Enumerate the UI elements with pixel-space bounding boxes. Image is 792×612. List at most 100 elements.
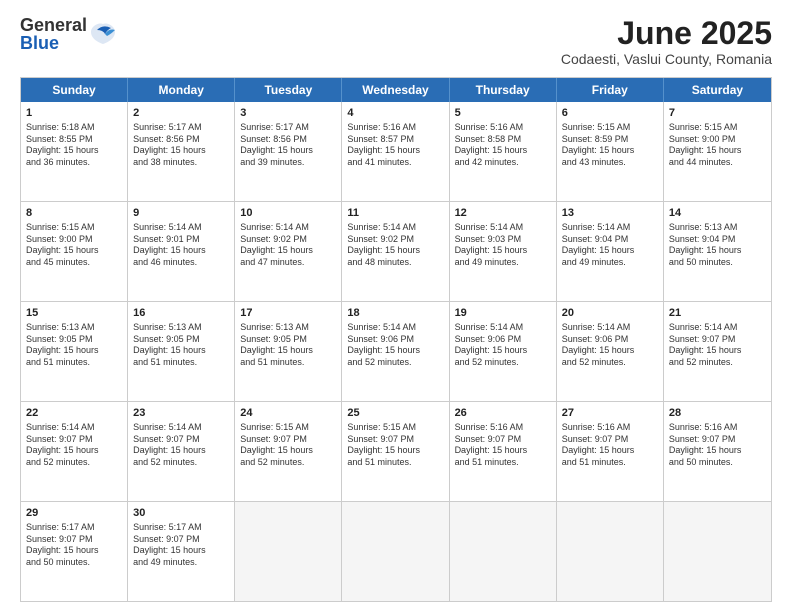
day-number: 14 (669, 206, 766, 221)
day-cell-16: 16Sunrise: 5:13 AM Sunset: 9:05 PM Dayli… (128, 302, 235, 401)
day-info: Sunrise: 5:15 AM Sunset: 9:00 PM Dayligh… (669, 122, 766, 169)
day-info: Sunrise: 5:14 AM Sunset: 9:02 PM Dayligh… (240, 222, 336, 269)
empty-cell (342, 502, 449, 601)
day-info: Sunrise: 5:13 AM Sunset: 9:04 PM Dayligh… (669, 222, 766, 269)
day-cell-23: 23Sunrise: 5:14 AM Sunset: 9:07 PM Dayli… (128, 402, 235, 501)
day-number: 21 (669, 306, 766, 321)
day-info: Sunrise: 5:16 AM Sunset: 9:07 PM Dayligh… (455, 422, 551, 469)
empty-cell (664, 502, 771, 601)
day-info: Sunrise: 5:13 AM Sunset: 9:05 PM Dayligh… (26, 322, 122, 369)
empty-cell (557, 502, 664, 601)
day-cell-28: 28Sunrise: 5:16 AM Sunset: 9:07 PM Dayli… (664, 402, 771, 501)
day-number: 27 (562, 406, 658, 421)
day-number: 24 (240, 406, 336, 421)
day-cell-5: 5Sunrise: 5:16 AM Sunset: 8:58 PM Daylig… (450, 102, 557, 201)
day-number: 10 (240, 206, 336, 221)
day-number: 18 (347, 306, 443, 321)
day-cell-18: 18Sunrise: 5:14 AM Sunset: 9:06 PM Dayli… (342, 302, 449, 401)
weekday-header-sunday: Sunday (21, 78, 128, 102)
calendar-row-1: 1Sunrise: 5:18 AM Sunset: 8:55 PM Daylig… (21, 102, 771, 201)
day-number: 17 (240, 306, 336, 321)
day-cell-8: 8Sunrise: 5:15 AM Sunset: 9:00 PM Daylig… (21, 202, 128, 301)
day-cell-7: 7Sunrise: 5:15 AM Sunset: 9:00 PM Daylig… (664, 102, 771, 201)
day-info: Sunrise: 5:14 AM Sunset: 9:01 PM Dayligh… (133, 222, 229, 269)
day-info: Sunrise: 5:14 AM Sunset: 9:04 PM Dayligh… (562, 222, 658, 269)
day-cell-19: 19Sunrise: 5:14 AM Sunset: 9:06 PM Dayli… (450, 302, 557, 401)
logo: General Blue (20, 16, 117, 52)
day-info: Sunrise: 5:15 AM Sunset: 9:00 PM Dayligh… (26, 222, 122, 269)
day-info: Sunrise: 5:17 AM Sunset: 9:07 PM Dayligh… (133, 522, 229, 569)
calendar-body: 1Sunrise: 5:18 AM Sunset: 8:55 PM Daylig… (21, 102, 771, 601)
day-cell-11: 11Sunrise: 5:14 AM Sunset: 9:02 PM Dayli… (342, 202, 449, 301)
empty-cell (450, 502, 557, 601)
day-number: 28 (669, 406, 766, 421)
day-number: 11 (347, 206, 443, 221)
day-number: 16 (133, 306, 229, 321)
day-cell-27: 27Sunrise: 5:16 AM Sunset: 9:07 PM Dayli… (557, 402, 664, 501)
day-info: Sunrise: 5:16 AM Sunset: 9:07 PM Dayligh… (562, 422, 658, 469)
day-number: 22 (26, 406, 122, 421)
weekday-header-monday: Monday (128, 78, 235, 102)
day-number: 8 (26, 206, 122, 221)
title-block: June 2025 Codaesti, Vaslui County, Roman… (561, 16, 772, 67)
day-info: Sunrise: 5:14 AM Sunset: 9:07 PM Dayligh… (26, 422, 122, 469)
day-info: Sunrise: 5:13 AM Sunset: 9:05 PM Dayligh… (240, 322, 336, 369)
main-title: June 2025 (561, 16, 772, 51)
day-cell-22: 22Sunrise: 5:14 AM Sunset: 9:07 PM Dayli… (21, 402, 128, 501)
logo-general-text: General (20, 15, 87, 35)
calendar-row-2: 8Sunrise: 5:15 AM Sunset: 9:00 PM Daylig… (21, 201, 771, 301)
day-info: Sunrise: 5:16 AM Sunset: 8:58 PM Dayligh… (455, 122, 551, 169)
calendar-row-3: 15Sunrise: 5:13 AM Sunset: 9:05 PM Dayli… (21, 301, 771, 401)
day-number: 19 (455, 306, 551, 321)
day-cell-3: 3Sunrise: 5:17 AM Sunset: 8:56 PM Daylig… (235, 102, 342, 201)
day-cell-24: 24Sunrise: 5:15 AM Sunset: 9:07 PM Dayli… (235, 402, 342, 501)
day-number: 12 (455, 206, 551, 221)
day-number: 3 (240, 106, 336, 121)
weekday-header-friday: Friday (557, 78, 664, 102)
weekday-header-wednesday: Wednesday (342, 78, 449, 102)
calendar: SundayMondayTuesdayWednesdayThursdayFrid… (20, 77, 772, 602)
day-number: 2 (133, 106, 229, 121)
day-info: Sunrise: 5:15 AM Sunset: 9:07 PM Dayligh… (240, 422, 336, 469)
day-cell-21: 21Sunrise: 5:14 AM Sunset: 9:07 PM Dayli… (664, 302, 771, 401)
day-number: 5 (455, 106, 551, 121)
day-info: Sunrise: 5:14 AM Sunset: 9:06 PM Dayligh… (347, 322, 443, 369)
logo-blue-text: Blue (20, 33, 59, 53)
day-cell-14: 14Sunrise: 5:13 AM Sunset: 9:04 PM Dayli… (664, 202, 771, 301)
day-info: Sunrise: 5:14 AM Sunset: 9:07 PM Dayligh… (669, 322, 766, 369)
day-number: 30 (133, 506, 229, 521)
day-info: Sunrise: 5:16 AM Sunset: 8:57 PM Dayligh… (347, 122, 443, 169)
day-number: 6 (562, 106, 658, 121)
day-cell-10: 10Sunrise: 5:14 AM Sunset: 9:02 PM Dayli… (235, 202, 342, 301)
day-cell-25: 25Sunrise: 5:15 AM Sunset: 9:07 PM Dayli… (342, 402, 449, 501)
day-number: 23 (133, 406, 229, 421)
day-cell-13: 13Sunrise: 5:14 AM Sunset: 9:04 PM Dayli… (557, 202, 664, 301)
day-info: Sunrise: 5:14 AM Sunset: 9:07 PM Dayligh… (133, 422, 229, 469)
day-number: 13 (562, 206, 658, 221)
day-cell-12: 12Sunrise: 5:14 AM Sunset: 9:03 PM Dayli… (450, 202, 557, 301)
day-info: Sunrise: 5:14 AM Sunset: 9:02 PM Dayligh… (347, 222, 443, 269)
day-info: Sunrise: 5:14 AM Sunset: 9:06 PM Dayligh… (562, 322, 658, 369)
day-cell-15: 15Sunrise: 5:13 AM Sunset: 9:05 PM Dayli… (21, 302, 128, 401)
day-cell-4: 4Sunrise: 5:16 AM Sunset: 8:57 PM Daylig… (342, 102, 449, 201)
day-cell-17: 17Sunrise: 5:13 AM Sunset: 9:05 PM Dayli… (235, 302, 342, 401)
day-number: 15 (26, 306, 122, 321)
day-info: Sunrise: 5:16 AM Sunset: 9:07 PM Dayligh… (669, 422, 766, 469)
day-info: Sunrise: 5:13 AM Sunset: 9:05 PM Dayligh… (133, 322, 229, 369)
calendar-row-5: 29Sunrise: 5:17 AM Sunset: 9:07 PM Dayli… (21, 501, 771, 601)
calendar-header: SundayMondayTuesdayWednesdayThursdayFrid… (21, 78, 771, 102)
header: General Blue June 2025 Codaesti, Vaslui … (20, 16, 772, 67)
day-cell-26: 26Sunrise: 5:16 AM Sunset: 9:07 PM Dayli… (450, 402, 557, 501)
day-number: 1 (26, 106, 122, 121)
day-number: 29 (26, 506, 122, 521)
day-info: Sunrise: 5:18 AM Sunset: 8:55 PM Dayligh… (26, 122, 122, 169)
day-info: Sunrise: 5:15 AM Sunset: 8:59 PM Dayligh… (562, 122, 658, 169)
day-number: 20 (562, 306, 658, 321)
day-number: 25 (347, 406, 443, 421)
day-info: Sunrise: 5:17 AM Sunset: 8:56 PM Dayligh… (133, 122, 229, 169)
weekday-header-thursday: Thursday (450, 78, 557, 102)
day-info: Sunrise: 5:17 AM Sunset: 9:07 PM Dayligh… (26, 522, 122, 569)
page: General Blue June 2025 Codaesti, Vaslui … (0, 0, 792, 612)
weekday-header-saturday: Saturday (664, 78, 771, 102)
day-number: 7 (669, 106, 766, 121)
